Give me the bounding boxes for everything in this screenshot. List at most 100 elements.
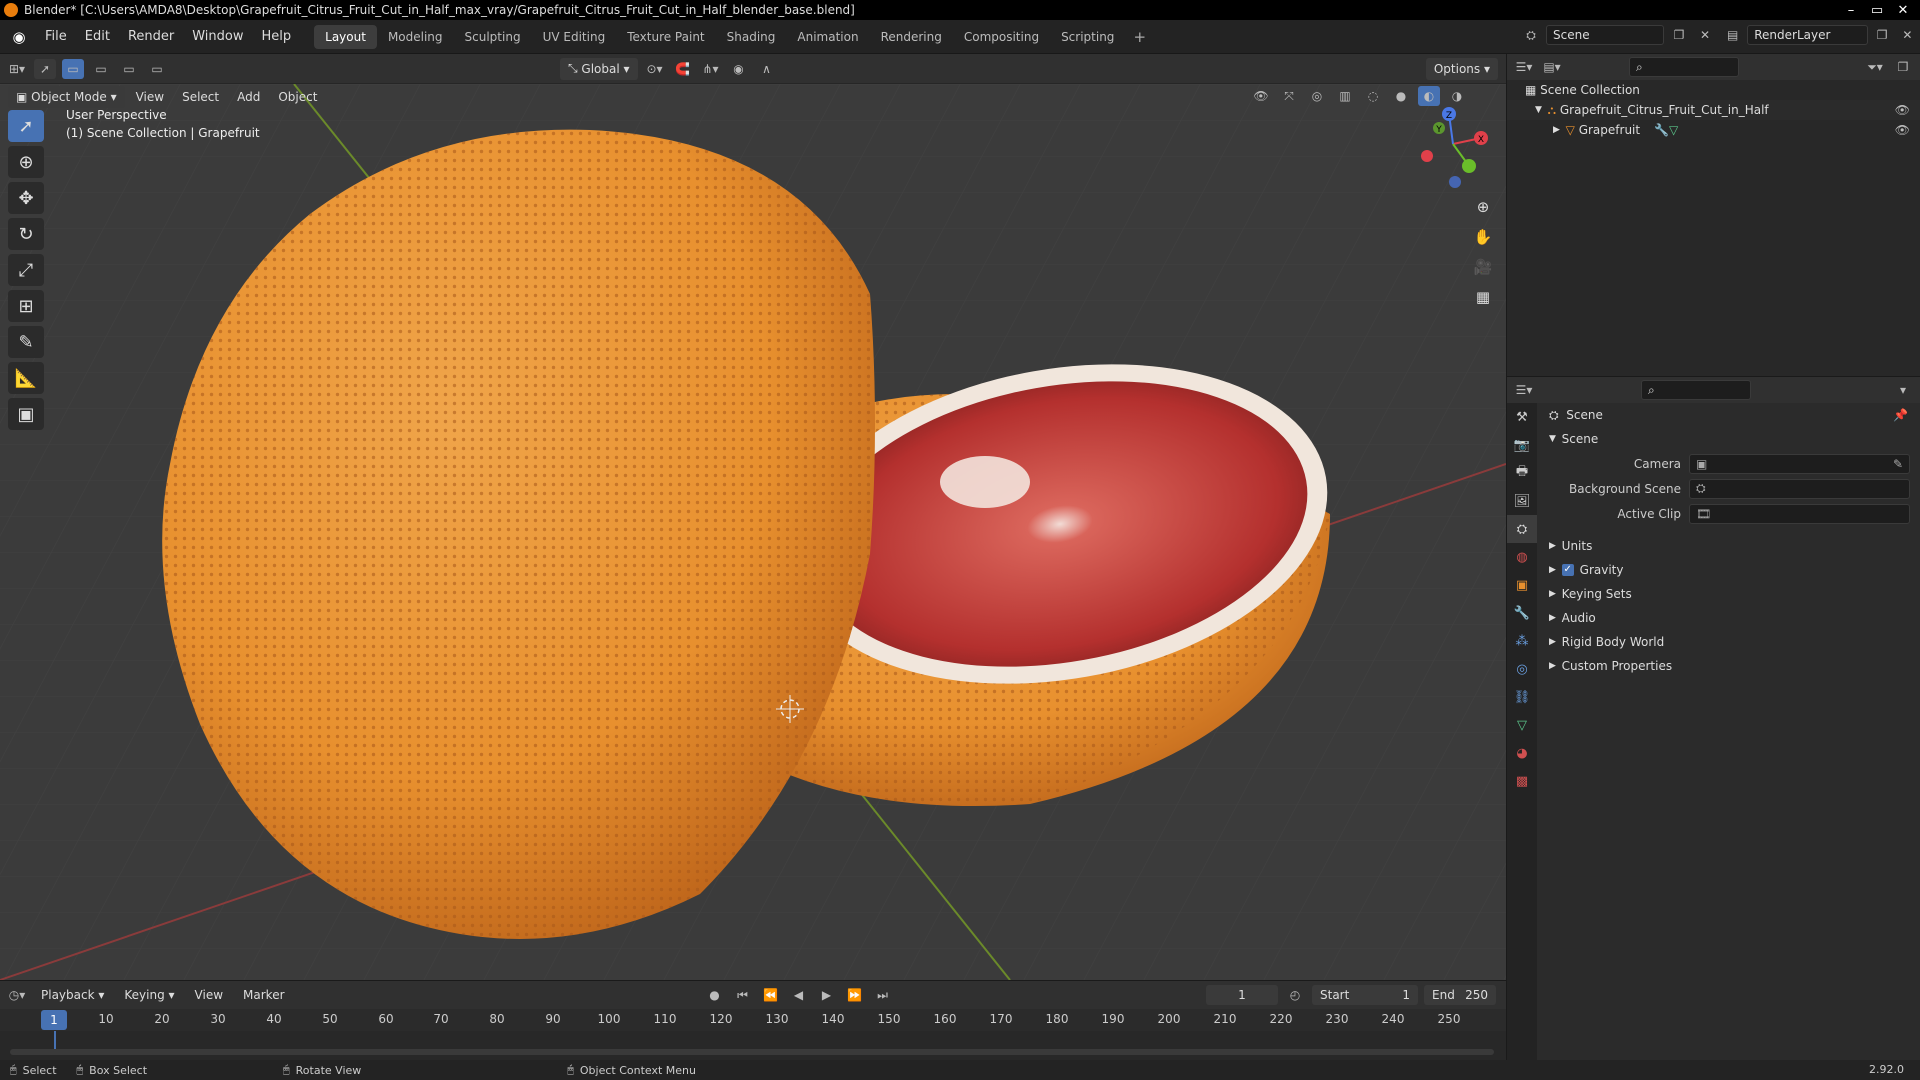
proportional-edit-icon[interactable]: ◉	[728, 59, 750, 79]
visibility-eye-icon[interactable]: 👁	[1895, 103, 1910, 117]
timeline-scrollbar[interactable]	[10, 1049, 1494, 1055]
cursor-tool-icon[interactable]: ⊕	[8, 146, 44, 178]
outliner-row-object[interactable]: ▶ ▽ Grapefruit 🔧 ▽ 👁	[1507, 120, 1920, 140]
preview-range-icon[interactable]: ◴	[1284, 985, 1306, 1005]
panel-gravity[interactable]: ▶ ✓ Gravity	[1539, 558, 1920, 582]
object-mode-dropdown[interactable]: ▣ Object Mode ▾	[8, 86, 125, 108]
menu-render[interactable]: Render	[119, 29, 183, 44]
tab-scene-icon[interactable]: ⛭	[1507, 515, 1537, 543]
outliner-search-input[interactable]: ⌕	[1629, 57, 1739, 77]
pan-hand-icon[interactable]: ✋	[1468, 224, 1498, 250]
tab-rendering[interactable]: Rendering	[870, 25, 953, 49]
tab-object-icon[interactable]: ▣	[1507, 571, 1537, 599]
next-keyframe-icon[interactable]: ⏩	[844, 985, 866, 1005]
view-layer-field[interactable]: RenderLayer	[1747, 25, 1868, 45]
snap-icon[interactable]: 🧲	[672, 59, 694, 79]
snap-target-icon[interactable]: ⋔▾	[700, 59, 722, 79]
pin-icon[interactable]: 📌	[1893, 408, 1908, 422]
active-clip-field[interactable]: 🎞	[1689, 503, 1910, 524]
jump-end-icon[interactable]: ⏭	[872, 985, 894, 1005]
current-frame-indicator[interactable]: 1	[41, 1010, 67, 1030]
visibility-icon[interactable]: 👁	[1250, 86, 1272, 106]
properties-editor-icon[interactable]: ☰▾	[1513, 380, 1535, 400]
editor-type-icon[interactable]: ⊞▾	[6, 59, 28, 79]
menu-file[interactable]: File	[36, 29, 76, 44]
viewport-menu-view[interactable]: View	[129, 90, 171, 104]
display-mode-icon[interactable]: ▤▾	[1541, 57, 1563, 77]
add-workspace-button[interactable]: +	[1125, 28, 1154, 46]
measure-tool-icon[interactable]: 📐	[8, 362, 44, 394]
select-box-tool-icon[interactable]: ➚	[8, 110, 44, 142]
maximize-button[interactable]: ▭	[1864, 3, 1890, 18]
annotate-tool-icon[interactable]: ✎	[8, 326, 44, 358]
pivot-point-icon[interactable]: ⊙▾	[644, 59, 666, 79]
properties-search-input[interactable]: ⌕	[1641, 380, 1751, 400]
rendered-shading-icon[interactable]: ◑	[1446, 86, 1468, 106]
new-scene-icon[interactable]: ❐	[1668, 25, 1690, 45]
camera-view-icon[interactable]: 🎥	[1468, 254, 1498, 280]
tab-constraints-icon[interactable]: ⛓	[1507, 683, 1537, 711]
menu-edit[interactable]: Edit	[76, 29, 119, 44]
expand-arrow-icon[interactable]: ▶	[1549, 637, 1562, 647]
close-button[interactable]: ✕	[1890, 3, 1916, 18]
expand-arrow-icon[interactable]: ▶	[1553, 125, 1566, 135]
timeline-menu-view[interactable]: View	[188, 988, 230, 1002]
3d-viewport[interactable]: X Z Y ▣ Object Mode ▾ View Select Add Ob…	[0, 84, 1506, 980]
visibility-eye-icon[interactable]: 👁	[1895, 123, 1910, 137]
view-layer-icon[interactable]: ▤	[1722, 25, 1743, 45]
options-dropdown[interactable]: Options ▾	[1425, 57, 1498, 80]
panel-rigid-body-world[interactable]: ▶ Rigid Body World	[1539, 630, 1920, 654]
menu-help[interactable]: Help	[253, 29, 301, 44]
tab-view-layer-icon[interactable]: 🖼	[1507, 487, 1537, 515]
timeline-editor-icon[interactable]: ◷▾	[6, 985, 28, 1005]
select-mode-subtract-icon[interactable]: ▭	[118, 59, 140, 79]
outliner-row-scene-collection[interactable]: ▦ Scene Collection	[1507, 80, 1920, 100]
tab-modifiers-icon[interactable]: 🔧	[1507, 599, 1537, 627]
outliner-editor-icon[interactable]: ☰▾	[1513, 57, 1535, 77]
delete-scene-icon[interactable]: ✕	[1694, 25, 1716, 45]
transform-tool-icon[interactable]: ⊞	[8, 290, 44, 322]
outliner-row-collection[interactable]: ▼ ⛬ Grapefruit_Citrus_Fruit_Cut_in_Half …	[1507, 100, 1920, 120]
tab-scripting[interactable]: Scripting	[1050, 25, 1125, 49]
add-cube-tool-icon[interactable]: ▣	[8, 398, 44, 430]
scene-name-field[interactable]: Scene	[1546, 25, 1664, 45]
tab-physics-icon[interactable]: ◎	[1507, 655, 1537, 683]
expand-arrow-icon[interactable]: ▶	[1549, 661, 1562, 671]
start-frame-field[interactable]: Start 1	[1312, 985, 1418, 1005]
tab-world-icon[interactable]: ◍	[1507, 543, 1537, 571]
tab-render-icon[interactable]: 📷	[1507, 431, 1537, 459]
rotate-tool-icon[interactable]: ↻	[8, 218, 44, 250]
menu-window[interactable]: Window	[183, 29, 252, 44]
zoom-icon[interactable]: ⊕	[1468, 194, 1498, 220]
transform-orientation-dropdown[interactable]: ⤡ Global ▾	[560, 57, 638, 80]
delete-view-layer-icon[interactable]: ✕	[1897, 25, 1918, 45]
panel-audio[interactable]: ▶ Audio	[1539, 606, 1920, 630]
tab-compositing[interactable]: Compositing	[953, 25, 1050, 49]
select-tool-icon[interactable]: ➚	[34, 58, 56, 79]
blender-menu-icon[interactable]: ◉	[10, 28, 28, 46]
scene-panel-header[interactable]: ▼ Scene	[1539, 427, 1920, 451]
viewport-menu-object[interactable]: Object	[271, 90, 324, 104]
record-keyframe-icon[interactable]: ●	[704, 985, 726, 1005]
wireframe-shading-icon[interactable]: ◌	[1362, 86, 1384, 106]
prev-keyframe-icon[interactable]: ⏪	[760, 985, 782, 1005]
solid-shading-icon[interactable]: ●	[1390, 86, 1412, 106]
gravity-checkbox[interactable]: ✓	[1561, 564, 1574, 576]
play-reverse-icon[interactable]: ◀	[788, 985, 810, 1005]
end-frame-field[interactable]: End 250	[1424, 985, 1496, 1005]
select-mode-intersect-icon[interactable]: ▭	[146, 59, 168, 79]
tab-animation[interactable]: Animation	[786, 25, 869, 49]
timeline-menu-keying[interactable]: Keying ▾	[117, 988, 181, 1002]
tab-modeling[interactable]: Modeling	[377, 25, 454, 49]
tab-material-icon[interactable]: ◕	[1507, 739, 1537, 767]
viewport-menu-add[interactable]: Add	[230, 90, 267, 104]
material-shading-icon[interactable]: ◐	[1418, 86, 1440, 106]
panel-options-icon[interactable]: ▾	[1892, 380, 1914, 400]
tab-tool-icon[interactable]: ⚒	[1507, 403, 1537, 431]
scale-tool-icon[interactable]: ⤢	[8, 254, 44, 286]
minimize-button[interactable]: –	[1838, 3, 1864, 18]
play-icon[interactable]: ▶	[816, 985, 838, 1005]
select-mode-extend-icon[interactable]: ▭	[90, 59, 112, 79]
filter-icon[interactable]: ⏷▾	[1864, 57, 1886, 77]
tab-shading[interactable]: Shading	[716, 25, 787, 49]
